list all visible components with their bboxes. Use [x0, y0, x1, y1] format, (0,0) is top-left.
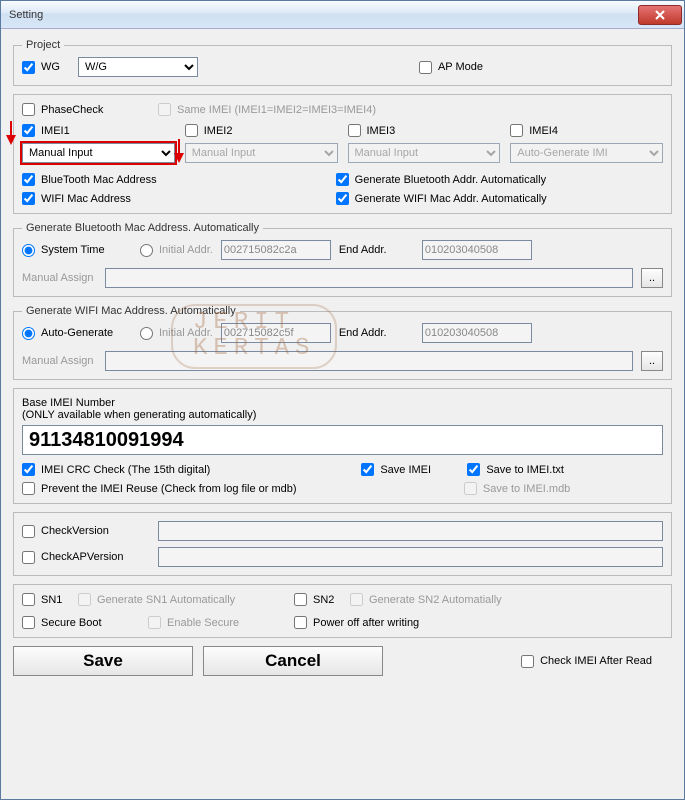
bt-manual-assign-input — [105, 268, 633, 288]
check-ap-version-checkbox[interactable]: CheckAPVersion — [22, 551, 152, 564]
close-icon — [655, 10, 665, 20]
close-button[interactable] — [638, 5, 682, 25]
content-area: JERIT KERTAS Project WG W/G AP Mode — [1, 29, 684, 799]
footer: Save Cancel Check IMEI After Read — [13, 646, 672, 676]
same-imei-checkbox: Same IMEI (IMEI1=IMEI2=IMEI3=IMEI4) — [158, 103, 376, 116]
imei-crc-checkbox[interactable]: IMEI CRC Check (The 15th digital) — [22, 463, 355, 476]
titlebar: Setting — [1, 1, 684, 29]
check-version-checkbox[interactable]: CheckVersion — [22, 525, 152, 538]
wg-select[interactable]: W/G — [78, 57, 198, 77]
check-ap-version-input — [158, 547, 663, 567]
secure-boot-checkbox[interactable]: Secure Boot — [22, 616, 142, 629]
sn2-checkbox[interactable]: SN2 — [294, 593, 344, 606]
imei1-checkbox[interactable]: IMEI1 — [22, 124, 175, 137]
bt-generate-legend: Generate Bluetooth Mac Address. Automati… — [22, 222, 263, 234]
check-imei-after-read-checkbox[interactable]: Check IMEI After Read — [521, 655, 652, 668]
gen-sn1-checkbox: Generate SN1 Automatically — [78, 593, 288, 606]
version-section: CheckVersion CheckAPVersion — [13, 512, 672, 576]
red-arrow-1-icon — [10, 121, 12, 135]
check-version-input — [158, 521, 663, 541]
imei3-checkbox[interactable]: IMEI3 — [348, 124, 501, 137]
settings-window: Setting JERIT KERTAS Project WG W/G — [0, 0, 685, 800]
bt-initial-addr-radio[interactable]: Initial Addr. — [140, 244, 213, 257]
bt-manual-assign-label: Manual Assign — [22, 272, 97, 284]
project-group: Project WG W/G AP Mode — [13, 39, 672, 86]
bt-end-addr-input — [422, 240, 532, 260]
imei2-mode-select: Manual Input — [185, 143, 338, 163]
wifi-generate-group: Generate WIFI Mac Address. Automatically… — [13, 305, 672, 380]
imei4-mode-select: Auto-Generate IMI — [510, 143, 663, 163]
bt-browse-button[interactable]: .. — [641, 268, 663, 288]
phasecheck-checkbox[interactable]: PhaseCheck — [22, 103, 152, 116]
cancel-button[interactable]: Cancel — [203, 646, 383, 676]
imei3-mode-select: Manual Input — [348, 143, 501, 163]
bt-generate-group: Generate Bluetooth Mac Address. Automati… — [13, 222, 672, 297]
wifi-generate-legend: Generate WIFI Mac Address. Automatically — [22, 305, 240, 317]
imei1-mode-select[interactable]: Manual Input — [22, 143, 175, 163]
red-arrow-1-head-icon — [6, 135, 16, 145]
wifi-initial-addr-input — [221, 323, 331, 343]
save-imei-mdb-checkbox: Save to IMEI.mdb — [464, 482, 570, 495]
bluetooth-mac-checkbox[interactable]: BlueTooth Mac Address — [22, 173, 330, 186]
wifi-browse-button[interactable]: .. — [641, 351, 663, 371]
bt-end-addr-label: End Addr. — [339, 244, 414, 256]
wifi-initial-addr-radio[interactable]: Initial Addr. — [140, 327, 213, 340]
imei2-checkbox[interactable]: IMEI2 — [185, 124, 338, 137]
wifi-end-addr-label: End Addr. — [339, 327, 414, 339]
project-legend: Project — [22, 39, 64, 51]
enable-secure-checkbox: Enable Secure — [148, 616, 288, 629]
wifi-auto-generate-radio[interactable]: Auto-Generate — [22, 327, 132, 340]
base-imei-section: Base IMEI Number (ONLY available when ge… — [13, 388, 672, 504]
base-imei-title: Base IMEI Number — [22, 397, 663, 409]
bluetooth-auto-checkbox[interactable]: Generate Bluetooth Addr. Automatically — [336, 173, 546, 186]
wifi-manual-assign-label: Manual Assign — [22, 355, 97, 367]
wifi-auto-checkbox[interactable]: Generate WIFI Mac Addr. Automatically — [336, 192, 547, 205]
wifi-mac-checkbox[interactable]: WIFI Mac Address — [22, 192, 330, 205]
wifi-manual-assign-input — [105, 351, 633, 371]
save-imei-txt-checkbox[interactable]: Save to IMEI.txt — [467, 463, 564, 476]
red-arrow-2-head-icon — [174, 153, 184, 163]
wifi-end-addr-input — [422, 323, 532, 343]
save-imei-checkbox[interactable]: Save IMEI — [361, 463, 461, 476]
imei4-checkbox[interactable]: IMEI4 — [510, 124, 663, 137]
imei-section: PhaseCheck Same IMEI (IMEI1=IMEI2=IMEI3=… — [13, 94, 672, 214]
ap-mode-checkbox[interactable]: AP Mode — [419, 61, 483, 74]
power-off-checkbox[interactable]: Power off after writing — [294, 616, 419, 629]
gen-sn2-checkbox: Generate SN2 Automatially — [350, 593, 502, 606]
save-button[interactable]: Save — [13, 646, 193, 676]
prevent-reuse-checkbox[interactable]: Prevent the IMEI Reuse (Check from log f… — [22, 482, 458, 495]
sn1-checkbox[interactable]: SN1 — [22, 593, 72, 606]
base-imei-input[interactable] — [22, 425, 663, 455]
red-arrow-2-icon — [178, 139, 180, 153]
base-imei-subtitle: (ONLY available when generating automati… — [22, 409, 663, 421]
sn-section: SN1 Generate SN1 Automatically SN2 Gener… — [13, 584, 672, 638]
bt-initial-addr-input — [221, 240, 331, 260]
wg-checkbox[interactable]: WG — [22, 61, 60, 74]
window-title: Setting — [9, 9, 638, 21]
bt-system-time-radio[interactable]: System Time — [22, 244, 132, 257]
